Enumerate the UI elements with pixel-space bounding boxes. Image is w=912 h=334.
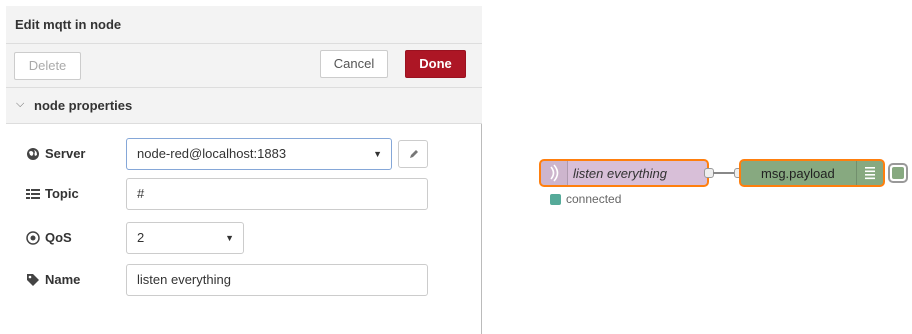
- cancel-button[interactable]: Cancel: [320, 50, 388, 78]
- mqtt-in-node[interactable]: listen everything: [539, 159, 709, 187]
- debug-toggle-fill: [892, 167, 904, 179]
- edit-server-button[interactable]: [398, 140, 428, 168]
- delete-button[interactable]: Delete: [14, 52, 81, 80]
- caret-down-icon: ▼: [225, 233, 234, 243]
- name-input[interactable]: listen everything: [126, 264, 428, 296]
- qos-icon: [26, 230, 40, 245]
- name-label-row: Name: [26, 272, 80, 287]
- name-value: listen everything: [137, 272, 231, 287]
- topic-input[interactable]: #: [126, 178, 428, 210]
- qos-value: 2: [137, 230, 145, 245]
- server-value: node-red@localhost:1883: [137, 146, 287, 161]
- debug-menu-icon: [856, 161, 883, 185]
- debug-toggle-button[interactable]: [888, 163, 908, 183]
- qos-label: QoS: [45, 230, 72, 245]
- server-label: Server: [45, 146, 86, 161]
- bridge-icon: [541, 161, 568, 185]
- tray-title: Edit mqtt in node: [15, 17, 122, 32]
- topic-value: #: [137, 186, 145, 201]
- qos-label-row: QoS: [26, 230, 72, 245]
- chevron-down-icon: ⌵: [16, 98, 25, 110]
- node-properties-section-header[interactable]: ⌵ node properties: [6, 88, 482, 124]
- status-indicator: [550, 194, 561, 205]
- tag-icon: [26, 273, 40, 287]
- debug-node-label: msg.payload: [761, 166, 835, 181]
- topic-label: Topic: [45, 186, 79, 201]
- mqtt-node-label: listen everything: [573, 166, 667, 181]
- status-text: connected: [566, 192, 622, 206]
- topic-label-row: Topic: [26, 186, 79, 201]
- tray-header: Edit mqtt in node: [6, 6, 482, 44]
- edit-tray: Edit mqtt in node Delete Cancel Done ⌵ n…: [6, 6, 482, 334]
- name-label: Name: [45, 272, 81, 287]
- pencil-icon: [410, 150, 418, 158]
- server-select[interactable]: node-red@localhost:1883 ▼: [126, 138, 392, 170]
- globe-icon: [26, 147, 40, 161]
- section-title: node properties: [34, 98, 133, 113]
- server-label-row: Server: [26, 146, 85, 161]
- tasks-icon: [26, 187, 40, 201]
- done-button[interactable]: Done: [405, 50, 466, 78]
- tray-toolbar: Delete Cancel Done: [6, 44, 482, 88]
- caret-down-icon: ▼: [373, 149, 382, 159]
- debug-node[interactable]: msg.payload: [739, 159, 885, 187]
- qos-select[interactable]: 2 ▼: [126, 222, 244, 254]
